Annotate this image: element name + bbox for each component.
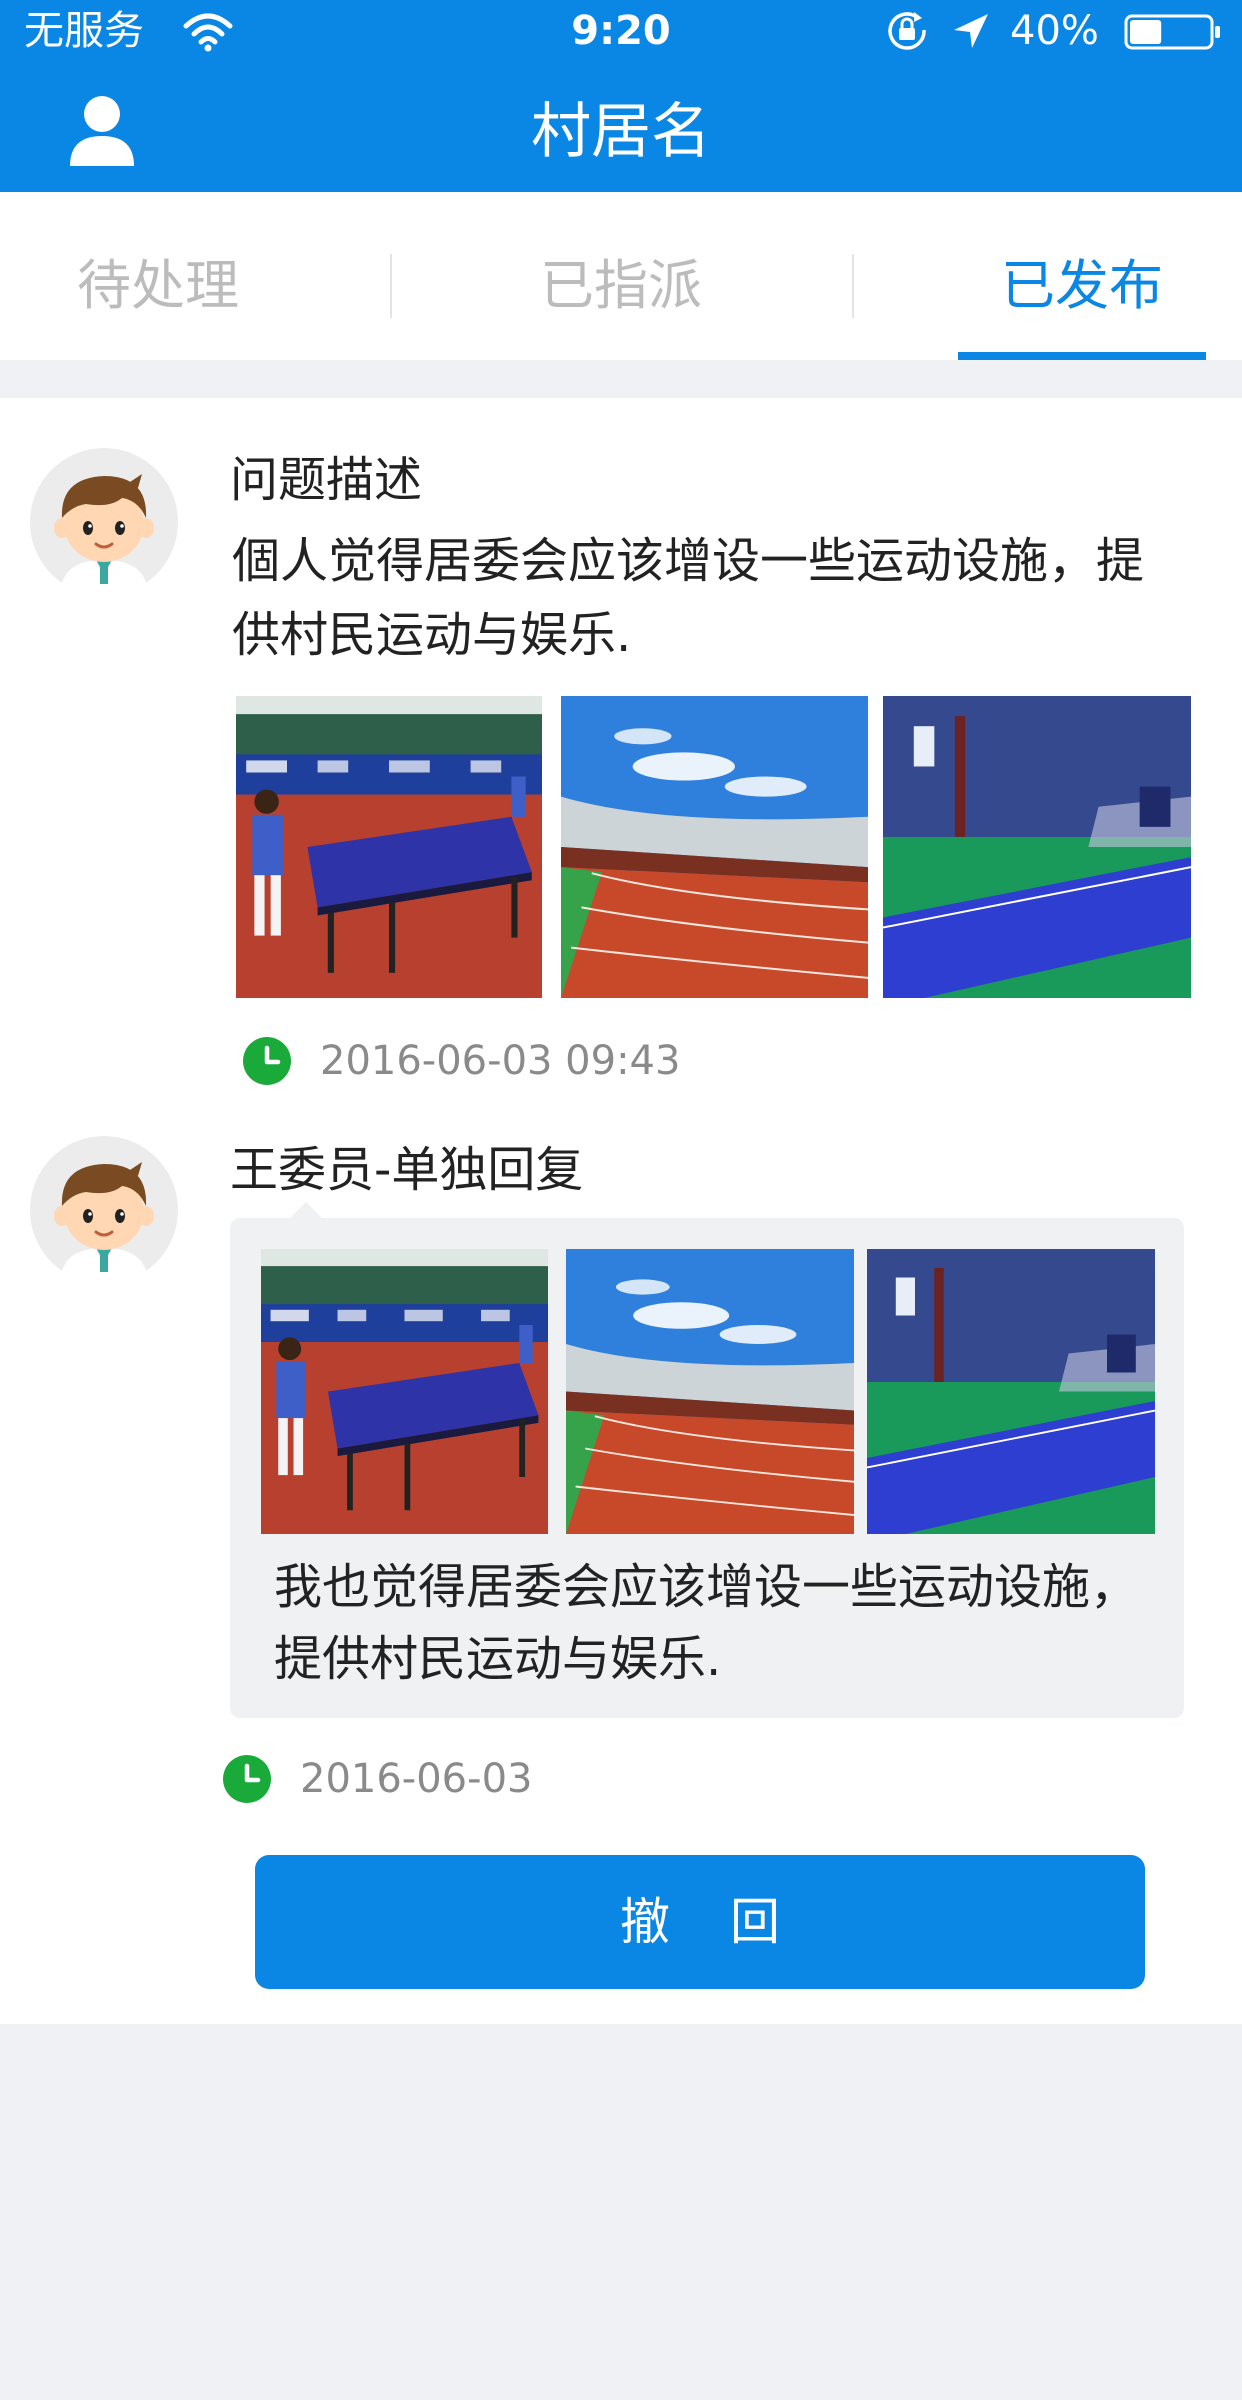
content-card: 问题描述 個人觉得居委会应该增设一些运动设施，提 供村民运动与娱乐. 2016-… bbox=[0, 398, 1242, 2024]
tab-assigned[interactable]: 已指派 bbox=[466, 192, 776, 360]
post-timestamp: 2016-06-03 09:43 bbox=[320, 1038, 681, 1084]
avatar bbox=[30, 448, 178, 596]
reply-timestamp: 2016-06-03 bbox=[300, 1756, 533, 1802]
avatar bbox=[30, 1136, 178, 1284]
reply-photo-stadium-track[interactable] bbox=[566, 1249, 854, 1534]
post-photo-blue-table-tennis[interactable] bbox=[883, 696, 1191, 998]
location-arrow-icon bbox=[954, 14, 988, 48]
reply-title: 王委员-单独回复 bbox=[230, 1142, 584, 1198]
withdraw-button[interactable]: 撤回 bbox=[255, 1855, 1145, 1989]
post-body-line-2: 供村民运动与娱乐. bbox=[232, 607, 632, 663]
reply-body-line-1: 我也觉得居委会应该增设一些运动设施， bbox=[274, 1559, 1139, 1615]
page-title: 村居名 bbox=[531, 97, 711, 167]
reply-photo-blue-table-tennis[interactable] bbox=[867, 1249, 1155, 1534]
orientation-lock-icon bbox=[888, 12, 926, 50]
reply-bubble: 我也觉得居委会应该增设一些运动设施， 提供村民运动与娱乐. bbox=[230, 1218, 1184, 1718]
active-tab-indicator bbox=[958, 352, 1206, 360]
tab-bar: 待处理 已指派 已发布 bbox=[0, 192, 1242, 360]
tab-divider bbox=[390, 254, 392, 318]
battery-icon bbox=[1124, 14, 1220, 50]
post-photo-stadium-track[interactable] bbox=[561, 696, 868, 998]
reply-photo-table-tennis-hall[interactable] bbox=[261, 1249, 548, 1534]
clock-icon bbox=[222, 1754, 272, 1804]
reply-bubble-notch bbox=[290, 1202, 322, 1218]
battery-percent: 40% bbox=[1010, 8, 1099, 54]
tab-pending[interactable]: 待处理 bbox=[0, 192, 316, 360]
post-title: 问题描述 bbox=[230, 452, 423, 508]
tab-divider bbox=[852, 254, 854, 318]
clock-icon bbox=[242, 1036, 292, 1086]
tab-published[interactable]: 已发布 bbox=[958, 192, 1206, 360]
post-photo-table-tennis-hall[interactable] bbox=[236, 696, 542, 998]
app-header: 无服务 9:20 40% 村居名 bbox=[0, 0, 1242, 192]
reply-body-line-2: 提供村民运动与娱乐. bbox=[274, 1631, 722, 1687]
post-body-line-1: 個人觉得居委会应该增设一些运动设施，提 bbox=[232, 533, 1145, 589]
